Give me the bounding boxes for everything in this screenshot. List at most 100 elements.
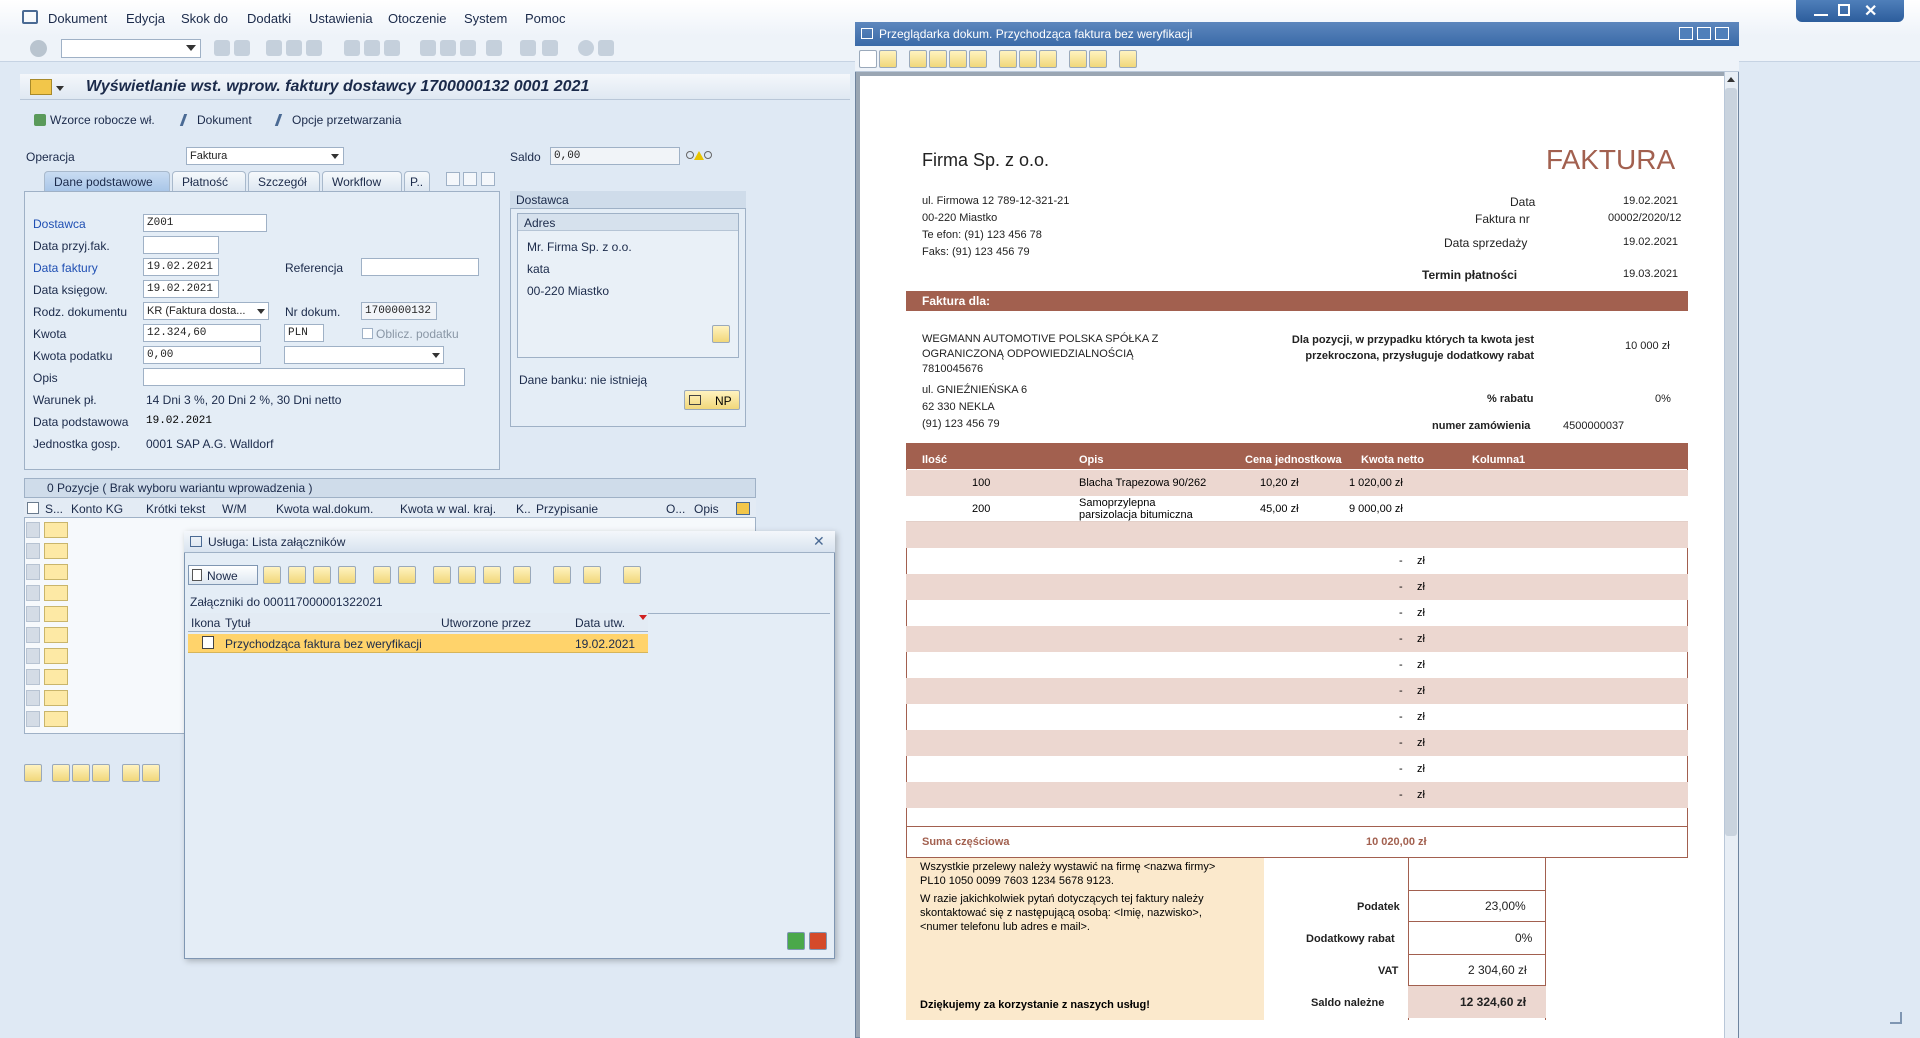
col-date[interactable]: Data utw. [575, 616, 625, 630]
save-icon[interactable] [234, 40, 250, 56]
help-icon[interactable] [578, 40, 594, 56]
col-short-text[interactable]: Krótki tekst [146, 502, 205, 520]
tab-szczegol[interactable]: Szczegół [248, 171, 320, 191]
tab-scroll-left-icon[interactable] [446, 172, 460, 186]
print-icon[interactable] [553, 566, 571, 584]
new-button[interactable]: Nowe [188, 565, 258, 585]
menu-edycja[interactable]: Edycja [126, 11, 165, 26]
row-status-cell[interactable] [44, 522, 68, 538]
vendor-label[interactable]: Dostawca [33, 217, 86, 231]
menu-skok-do[interactable]: Skok do [181, 11, 228, 26]
currency-field[interactable]: PLN [284, 324, 324, 342]
refresh-icon[interactable] [373, 566, 391, 584]
scroll-thumb[interactable] [1725, 88, 1737, 836]
reference-field[interactable] [361, 258, 479, 276]
enter-icon[interactable] [30, 40, 47, 57]
chevron-down-icon[interactable] [186, 45, 196, 51]
select-all-icon[interactable] [27, 502, 39, 514]
col-assignment[interactable]: Przypisanie [536, 502, 598, 520]
row-status-cell[interactable] [44, 585, 68, 601]
menu-ustawienia[interactable]: Ustawienia [309, 11, 373, 26]
layout-icon[interactable] [623, 566, 641, 584]
row-selector[interactable] [26, 690, 40, 706]
detail-icon[interactable] [398, 566, 416, 584]
stop-icon[interactable] [306, 40, 322, 56]
drafts-button[interactable]: Wzorce robocze wł. [50, 113, 155, 127]
tax-code-select[interactable] [284, 346, 444, 364]
grid-settings-icon[interactable] [736, 502, 750, 515]
maximize-icon[interactable] [1838, 4, 1850, 16]
tab-platnosc[interactable]: Płatność [172, 171, 246, 191]
menu-otoczenie[interactable]: Otoczenie [388, 11, 447, 26]
col-o[interactable]: O... [666, 502, 685, 520]
trash-icon[interactable] [338, 566, 356, 584]
copy-icon[interactable] [999, 50, 1017, 68]
sort-ascending-icon[interactable] [433, 566, 451, 584]
tab-dane-podstawowe[interactable]: Dane podstawowe [44, 171, 170, 191]
sort-icon[interactable] [122, 764, 140, 782]
chevron-down-icon[interactable] [257, 309, 265, 314]
edit-icon[interactable] [263, 566, 281, 584]
row-selector[interactable] [26, 564, 40, 580]
doctype-select[interactable]: KR (Faktura dosta... [143, 302, 269, 320]
insert-row-icon[interactable] [52, 764, 70, 782]
tab-list-icon[interactable] [481, 172, 495, 186]
layout-menu-icon[interactable] [598, 40, 614, 56]
options-button[interactable]: Opcje przetwarzania [292, 113, 401, 127]
col-account[interactable]: Konto KG [71, 502, 123, 520]
attachment-row[interactable]: Przychodząca faktura bez weryfikacji 19.… [188, 634, 648, 653]
find-next-icon[interactable] [384, 40, 400, 56]
calc-tax-checkbox[interactable] [362, 328, 373, 339]
find-icon[interactable] [969, 50, 987, 68]
row-status-cell[interactable] [44, 648, 68, 664]
chevron-down-icon[interactable] [432, 353, 440, 358]
export-icon[interactable] [583, 566, 601, 584]
first-page-icon[interactable] [420, 40, 436, 56]
edit-address-icon[interactable] [712, 325, 730, 343]
tax-amount-field[interactable]: 0,00 [143, 346, 261, 364]
vendor-field[interactable]: Z001 [143, 214, 267, 232]
row-selector[interactable] [26, 627, 40, 643]
copy-row-icon[interactable] [92, 764, 110, 782]
row-status-cell[interactable] [44, 627, 68, 643]
back-icon[interactable] [214, 40, 230, 56]
np-button[interactable]: NP [684, 390, 740, 410]
row-status-cell[interactable] [44, 564, 68, 580]
row-status-cell[interactable] [44, 711, 68, 727]
receipt-date-field[interactable] [143, 236, 219, 254]
row-selector[interactable] [26, 606, 40, 622]
col-created-by[interactable]: Utworzone przez [441, 616, 531, 630]
find-icon[interactable] [483, 566, 501, 584]
find-icon[interactable] [364, 40, 380, 56]
pages-icon[interactable] [1089, 50, 1107, 68]
document-button[interactable]: Dokument [197, 113, 252, 127]
cancel-icon[interactable] [809, 932, 827, 950]
tab-more[interactable]: P.. [404, 171, 430, 191]
col-title[interactable]: Tytuł [225, 616, 250, 630]
menu-dokument[interactable]: Dokument [48, 11, 107, 26]
duplicate-icon[interactable] [1039, 50, 1057, 68]
close-icon[interactable] [1715, 27, 1729, 40]
close-icon[interactable]: ✕ [813, 533, 825, 550]
row-status-cell[interactable] [44, 690, 68, 706]
resize-grip-icon[interactable] [1890, 1012, 1902, 1024]
exit-icon[interactable] [266, 40, 282, 56]
filter-icon[interactable] [513, 566, 531, 584]
amount-field[interactable]: 12.324,60 [143, 324, 261, 342]
col-status[interactable]: S... [45, 502, 63, 520]
row-status-cell[interactable] [44, 669, 68, 685]
col-desc[interactable]: Opis [694, 502, 719, 520]
col-icon[interactable]: Ikona [191, 616, 220, 630]
properties-icon[interactable] [929, 50, 947, 68]
new-icon[interactable] [859, 50, 877, 68]
close-icon[interactable]: ✕ [1864, 1, 1877, 21]
col-amount-local[interactable]: Kwota w wal. kraj. [400, 502, 496, 520]
row-selector[interactable] [26, 585, 40, 601]
scroll-up-icon[interactable] [1727, 77, 1735, 82]
save-icon[interactable] [909, 50, 927, 68]
pencil-icon[interactable] [313, 566, 331, 584]
row-selector[interactable] [26, 543, 40, 559]
more-icon[interactable] [142, 764, 160, 782]
operation-select[interactable]: Faktura [186, 147, 344, 165]
col-amount-doc[interactable]: Kwota wal.dokum. [276, 502, 373, 520]
